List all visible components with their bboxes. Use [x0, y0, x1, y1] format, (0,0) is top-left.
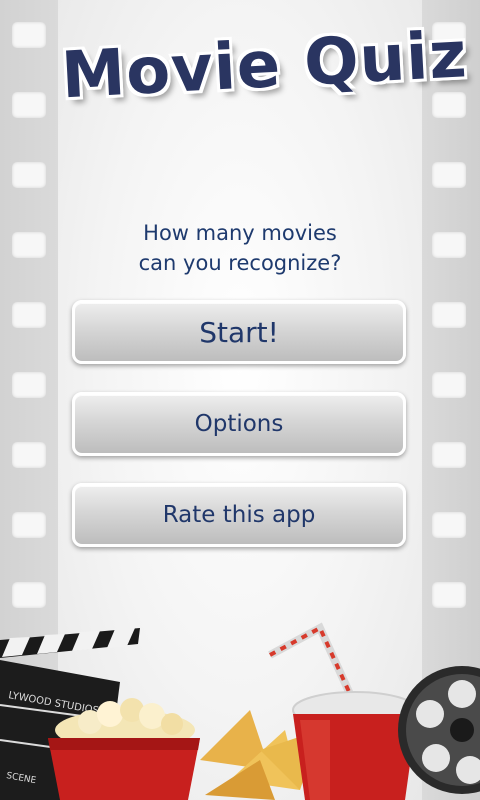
start-button[interactable]: Start! [72, 300, 406, 364]
start-button-label: Start! [199, 315, 279, 349]
options-button-label: Options [194, 411, 284, 437]
tagline: How many movies can you recognize? [0, 218, 480, 278]
options-button[interactable]: Options [72, 392, 406, 456]
app-logo: Movie Quiz [60, 18, 469, 140]
rate-app-button-label: Rate this app [162, 502, 316, 528]
film-reel-icon [398, 666, 480, 794]
rate-app-button[interactable]: Rate this app [72, 483, 406, 547]
tagline-line-2: can you recognize? [138, 251, 342, 275]
movie-props-illustration: LYWOOD STUDIOS SCENE [0, 622, 480, 800]
tagline-line-1: How many movies [143, 221, 337, 245]
